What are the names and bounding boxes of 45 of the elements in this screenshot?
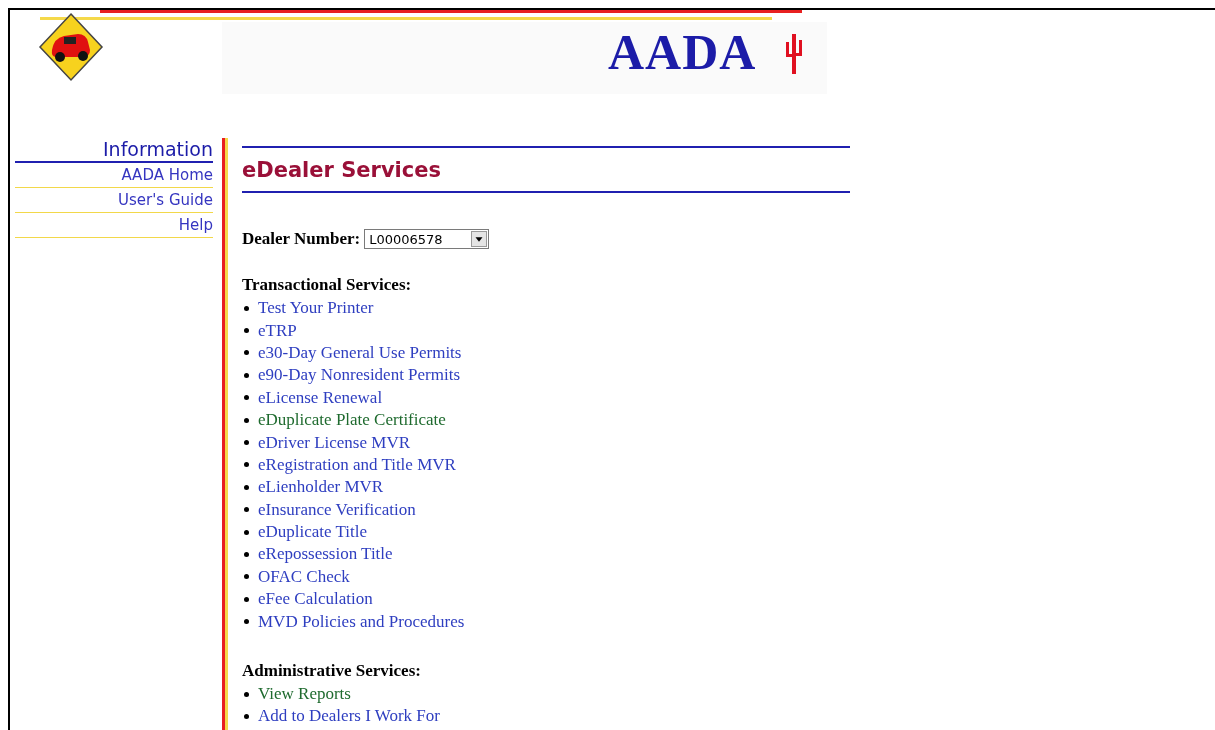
page-title: eDealer Services	[242, 146, 850, 193]
bullet-icon	[244, 417, 249, 423]
bullet-icon	[244, 440, 249, 446]
bullet-icon	[244, 350, 249, 356]
service-link[interactable]: eInsurance Verification	[258, 499, 416, 520]
sidebar-link[interactable]: AADA Home	[15, 163, 213, 188]
service-link[interactable]: eTRP	[258, 320, 297, 341]
service-link[interactable]: eLienholder MVR	[258, 477, 384, 498]
sidebar-link[interactable]: User's Guide	[15, 188, 213, 213]
bullet-icon	[244, 305, 249, 311]
cactus-icon	[784, 32, 804, 74]
bullet-icon	[244, 596, 249, 602]
bullet-icon	[244, 713, 249, 719]
dealer-number-label: Dealer Number:	[242, 229, 361, 249]
service-link[interactable]: eDuplicate Plate Certificate	[258, 410, 446, 431]
service-link[interactable]: eRegistration and Title MVR	[258, 454, 456, 475]
sidebar-link[interactable]: Help	[15, 213, 213, 238]
service-link[interactable]: eFee Calculation	[258, 589, 373, 610]
bullet-icon	[244, 507, 249, 513]
bullet-icon	[244, 552, 249, 557]
bullet-icon	[244, 529, 249, 535]
service-link[interactable]: MVD Policies and Procedures	[258, 611, 465, 632]
bullet-icon	[244, 372, 249, 378]
brand-logo-text: AADA	[608, 23, 757, 82]
bullet-icon	[244, 484, 249, 490]
service-link[interactable]: View Reports	[258, 684, 351, 705]
bullet-icon	[244, 691, 249, 697]
service-link[interactable]: e30-Day General Use Permits	[258, 342, 462, 363]
service-link[interactable]: eRepossession Title	[258, 544, 393, 565]
section-heading: Administrative Services:	[242, 660, 422, 681]
bullet-icon	[244, 574, 249, 580]
bullet-icon	[244, 328, 249, 334]
service-link[interactable]: Test Your Printer	[258, 298, 374, 319]
service-link[interactable]: OFAC Check	[258, 566, 350, 587]
section-heading: Transactional Services:	[242, 275, 413, 295]
dealer-number-select[interactable]: L00006578	[364, 229, 490, 249]
service-link[interactable]: Add to Dealers I Work For	[258, 706, 440, 727]
bullet-icon	[244, 395, 249, 401]
bullet-icon	[244, 619, 249, 625]
service-link[interactable]: eDuplicate Title	[258, 522, 368, 543]
sidebar-title: Information	[15, 138, 213, 163]
service-link[interactable]: eDriver License MVR	[258, 432, 410, 453]
bullet-icon	[244, 462, 249, 468]
service-link[interactable]: e90-Day Nonresident Permits	[258, 365, 461, 386]
service-link[interactable]: eLicense Renewal	[258, 387, 383, 408]
